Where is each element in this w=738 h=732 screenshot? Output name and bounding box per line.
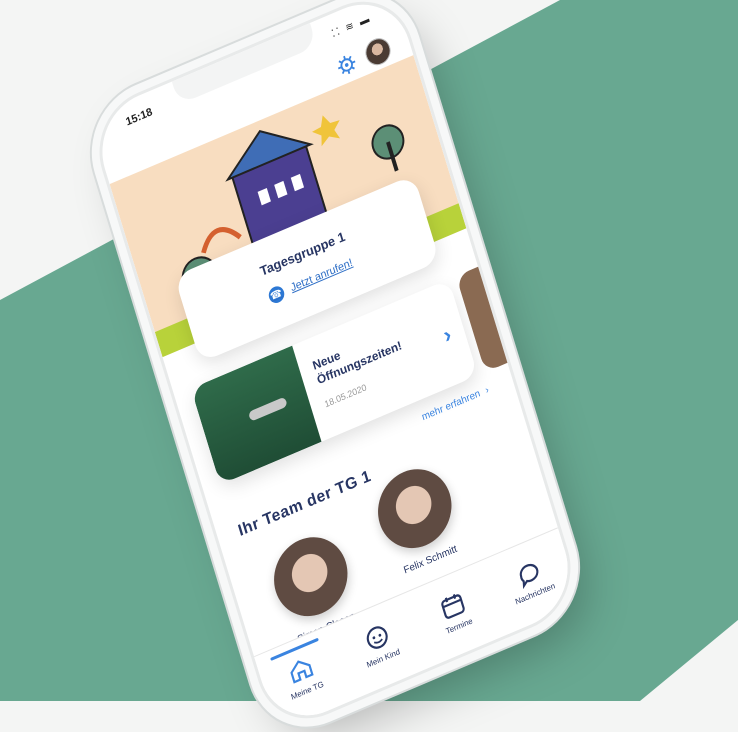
child-face-icon: [366, 625, 388, 649]
status-icons: ⁚⁚ ≋ ▬: [330, 13, 373, 41]
status-time: 15:18: [124, 105, 154, 129]
team-heading: Ihr Team der TG 1: [236, 467, 374, 540]
member-photo: [264, 525, 357, 629]
news-date: 18.05.2020: [323, 382, 368, 410]
call-now-label: Jetzt anrufen!: [289, 256, 355, 295]
door-handle: [247, 396, 288, 422]
chevron-right-icon: ›: [483, 384, 491, 397]
news-image: [190, 345, 322, 485]
profile-avatar[interactable]: [362, 34, 394, 70]
phone-icon: ☎: [266, 283, 286, 306]
member-photo: [368, 457, 461, 561]
phone-notch: [171, 22, 318, 105]
news-title: Neue Öffnungszeiten!: [310, 338, 404, 388]
tab-termine[interactable]: Termine: [420, 580, 490, 643]
chevron-right-icon[interactable]: ›: [440, 321, 454, 349]
chat-bubble-icon: [519, 563, 538, 589]
house-icon: [290, 659, 314, 684]
tab-meine-tg[interactable]: Meine TG: [268, 644, 338, 707]
tab-nachrichten[interactable]: Nachrichten: [495, 548, 565, 611]
calendar-icon: [441, 593, 465, 619]
gear-icon[interactable]: [333, 50, 360, 80]
team-member[interactable]: Felix Schmitt: [368, 457, 467, 580]
tab-mein-kind[interactable]: Mein Kind: [344, 612, 414, 675]
